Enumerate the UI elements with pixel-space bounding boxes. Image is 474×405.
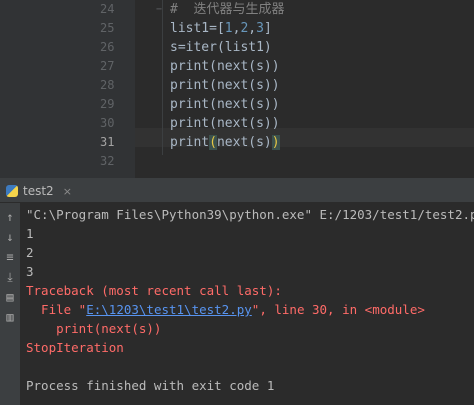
code-line-comment[interactable]: # 迭代器与生成器 (170, 0, 284, 19)
code-line-print[interactable]: print(next(s)) (170, 114, 280, 133)
code-editor[interactable]: − 24 25 26 27 28 29 30 31 32 # 迭代器与生成器 l… (0, 0, 474, 178)
python-icon (6, 185, 18, 197)
line-number: 30 (100, 116, 115, 130)
code-line-print[interactable]: print(next(s)) (170, 57, 280, 76)
traceback-file-link[interactable]: E:\1203\test1\test2.py (86, 302, 252, 317)
code-line-print-current[interactable]: print(next(s)) (170, 133, 280, 152)
code-line-list[interactable]: list1=[1,2,3] (170, 19, 272, 38)
line-number: 26 (100, 40, 115, 54)
console-command-line: "C:\Program Files\Python39\python.exe" E… (26, 207, 474, 222)
rerun-up-arrow-icon[interactable]: ↑ (2, 209, 18, 225)
run-tab-test2[interactable]: test2 × (6, 180, 72, 202)
line-number: 31 (100, 135, 115, 149)
line-number: 27 (100, 59, 115, 73)
print-icon[interactable]: ▤ (2, 289, 18, 305)
code-line-print[interactable]: print(next(s)) (170, 95, 280, 114)
traceback-file-line: File "E:\1203\test1\test2.py", line 30, … (26, 302, 425, 317)
line-number: 25 (100, 21, 115, 35)
run-toolbar: ↑ ↓ ≡ ⤓ ▤ ▥ (0, 203, 21, 405)
console-output-line: 1 (26, 226, 34, 241)
run-console-output[interactable]: "C:\Program Files\Python39\python.exe" E… (21, 203, 474, 405)
indent-guide (162, 0, 163, 155)
traceback-code-line: print(next(s)) (26, 321, 162, 336)
scroll-to-end-icon[interactable]: ⤓ (2, 269, 18, 285)
traceback-header: Traceback (most recent call last): (26, 283, 282, 298)
line-number: 28 (100, 78, 115, 92)
console-output-line: 3 (26, 264, 34, 279)
run-tab-label: test2 (23, 184, 54, 198)
line-number: 24 (100, 2, 115, 16)
fold-marker-icon[interactable]: − (156, 5, 166, 15)
code-line-iter[interactable]: s=iter(list1) (170, 38, 272, 57)
line-number: 29 (100, 97, 115, 111)
run-tool-window-header: test2 × (0, 180, 474, 203)
traceback-error: StopIteration (26, 340, 124, 355)
clear-trash-icon[interactable]: ▥ (2, 309, 18, 325)
code-line-print[interactable]: print(next(s)) (170, 76, 280, 95)
close-icon[interactable]: × (63, 185, 72, 198)
process-finished-message: Process finished with exit code 1 (26, 378, 275, 393)
down-arrow-icon[interactable]: ↓ (2, 229, 18, 245)
soft-wrap-icon[interactable]: ≡ (2, 249, 18, 265)
console-output-line: 2 (26, 245, 34, 260)
line-number: 32 (100, 154, 115, 168)
